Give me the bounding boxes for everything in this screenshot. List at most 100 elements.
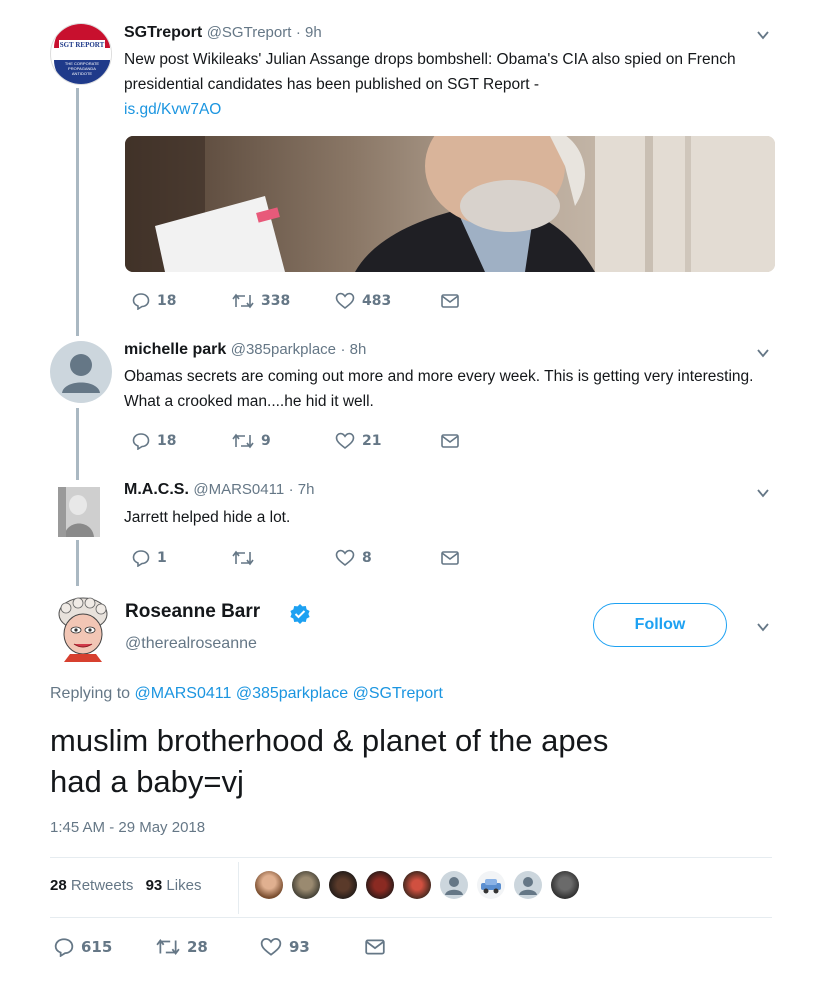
follow-button[interactable]: Follow (593, 603, 727, 647)
retweet-icon (232, 293, 254, 309)
heart-icon (335, 292, 355, 310)
tweet-text: Obamas secrets are coming out more and m… (124, 368, 754, 410)
tweet-header: michelle park @385parkplace · 8h (124, 341, 366, 359)
tweet-link[interactable]: is.gd/Kvw7AO (124, 97, 784, 122)
user-handle[interactable]: @MARS0411 (193, 481, 284, 498)
tweet-time[interactable]: · 8h (340, 341, 366, 358)
direct-message-button[interactable] (440, 549, 460, 567)
like-button[interactable]: 483 (335, 292, 391, 310)
reply-icon (54, 938, 74, 957)
liker-avatars (255, 871, 588, 899)
retweets-stat[interactable]: 28 Retweets (50, 877, 138, 894)
cartoon-avatar-icon (58, 597, 108, 662)
liker-avatar[interactable] (329, 871, 357, 899)
reply-icon (132, 293, 150, 310)
retweet-button[interactable]: 28 (156, 937, 208, 957)
default-avatar-icon (445, 877, 463, 895)
envelope-icon (441, 294, 459, 308)
main-tweet-line: muslim brotherhood & planet of the apes (50, 723, 609, 758)
envelope-icon (441, 551, 459, 565)
avatar[interactable] (52, 596, 114, 662)
avatar-logo-subtext: THE CORPORATE PROPAGANDA ANTIDOTE (64, 61, 100, 76)
likes-stat[interactable]: 93 Likes (146, 877, 202, 894)
like-count: 93 (289, 938, 310, 956)
like-button[interactable]: 21 (335, 432, 381, 450)
divider (50, 917, 772, 918)
tweet-body: New post Wikileaks' Julian Assange drops… (124, 51, 736, 93)
thread-line (76, 88, 79, 336)
display-name[interactable]: michelle park (124, 341, 226, 358)
car-icon (481, 879, 501, 894)
main-display-name[interactable]: Roseanne Barr (125, 601, 260, 623)
replying-to: Replying to @MARS0411 @385parkplace @SGT… (50, 685, 443, 703)
liker-avatar[interactable] (255, 871, 283, 899)
avatar[interactable] (58, 487, 100, 537)
thread-line (76, 540, 79, 586)
user-handle[interactable]: @385parkplace (231, 341, 336, 358)
divider (50, 857, 772, 858)
stats-divider (238, 862, 239, 914)
retweet-button[interactable]: 9 (232, 432, 271, 450)
avatar[interactable]: SGT REPORT THE CORPORATE PROPAGANDA ANTI… (50, 23, 112, 85)
reply-button[interactable]: 1 (132, 549, 167, 567)
display-name[interactable]: M.A.C.S. (124, 481, 189, 498)
display-name[interactable]: SGTreport (124, 24, 202, 41)
tweet-stats: 28 Retweets 93 Likes (50, 877, 201, 894)
like-button[interactable]: 93 (260, 937, 310, 957)
like-count: 483 (362, 293, 392, 309)
direct-message-button[interactable] (440, 432, 460, 450)
replying-prefix: Replying to (50, 685, 131, 702)
retweet-icon (232, 550, 254, 566)
liker-avatar[interactable] (292, 871, 320, 899)
avatar[interactable] (50, 341, 112, 403)
reply-button[interactable]: 18 (132, 432, 176, 450)
tweet-time[interactable]: · 9h (296, 24, 322, 41)
liker-avatar[interactable] (477, 871, 505, 899)
envelope-icon (365, 939, 385, 955)
retweet-button[interactable]: 338 (232, 292, 290, 310)
tweet-text: Jarrett helped hide a lot. (124, 509, 291, 526)
like-count: 21 (362, 433, 382, 449)
liker-avatar[interactable] (366, 871, 394, 899)
liker-avatar[interactable] (440, 871, 468, 899)
chevron-down-icon[interactable] (756, 28, 770, 42)
heart-icon (335, 432, 355, 450)
chevron-down-icon[interactable] (756, 346, 770, 360)
tweet-header: SGTreport @SGTreport · 9h (124, 24, 322, 42)
retweet-icon (156, 939, 180, 955)
reply-button[interactable]: 18 (132, 292, 176, 310)
retweet-button[interactable] (232, 549, 261, 567)
liker-avatar[interactable] (403, 871, 431, 899)
reply-count: 18 (157, 293, 177, 309)
reply-button[interactable]: 615 (54, 937, 112, 957)
chevron-down-icon[interactable] (756, 486, 770, 500)
main-user-handle[interactable]: @therealroseanne (125, 635, 257, 653)
retweet-count: 338 (261, 293, 291, 309)
replying-to-handles[interactable]: @MARS0411 @385parkplace @SGTreport (135, 685, 443, 702)
chevron-down-icon[interactable] (756, 620, 770, 634)
direct-message-button[interactable] (364, 937, 386, 957)
liker-avatar[interactable] (514, 871, 542, 899)
tweet-timestamp[interactable]: 1:45 AM - 29 May 2018 (50, 819, 205, 836)
like-button[interactable]: 8 (335, 549, 372, 567)
tweet-time[interactable]: · 7h (289, 481, 315, 498)
default-avatar-icon (519, 877, 537, 895)
reply-count: 615 (81, 938, 113, 956)
main-tweet-text: muslim brotherhood & planet of the apes … (50, 720, 790, 802)
heart-icon (260, 937, 282, 956)
reply-count: 18 (157, 433, 177, 449)
tweet-text: New post Wikileaks' Julian Assange drops… (124, 47, 784, 122)
direct-message-button[interactable] (440, 292, 460, 310)
user-handle[interactable]: @SGTreport (207, 24, 292, 41)
retweets-stat-count: 28 (50, 877, 67, 894)
likes-stat-label: Likes (166, 877, 202, 894)
retweet-icon (232, 433, 254, 449)
tweet-media-image[interactable] (125, 136, 775, 272)
photo-avatar-icon (58, 487, 100, 537)
verified-badge-icon (290, 604, 310, 624)
reply-icon (132, 433, 150, 450)
retweets-stat-label: Retweets (70, 877, 134, 894)
liker-avatar[interactable] (551, 871, 579, 899)
retweet-count: 28 (187, 938, 208, 956)
likes-stat-count: 93 (145, 877, 163, 894)
